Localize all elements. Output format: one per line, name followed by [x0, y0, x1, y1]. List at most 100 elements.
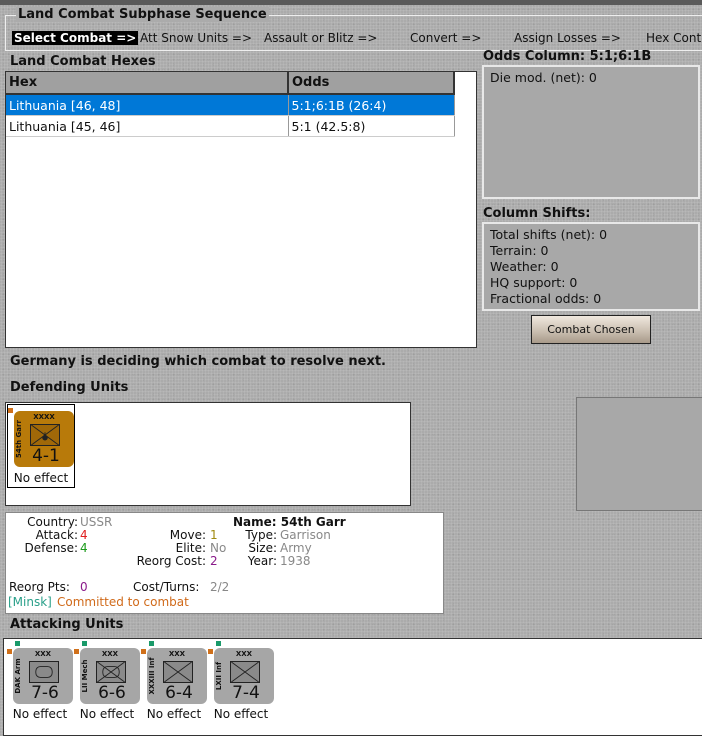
status-dot: [216, 641, 221, 646]
cost-turns-label: Cost/Turns:: [133, 580, 200, 594]
unit-counter: XXX XXXIII Inf 6-4: [147, 648, 207, 704]
unit-size: XXX: [235, 650, 253, 658]
shift-fractional: Fractional odds: 0: [490, 291, 602, 306]
col-hex[interactable]: Hex: [6, 72, 289, 95]
garrison-icon: [30, 424, 60, 446]
unit-counter: XXX DAK Arm 7-6: [13, 648, 73, 704]
unit-strength: 7-4: [232, 683, 260, 703]
reorg-pts-value: 0: [80, 580, 88, 594]
die-mod: Die mod. (net): 0: [490, 70, 597, 85]
status-dot: [208, 649, 213, 654]
year-value: 1938: [280, 554, 311, 568]
attack-label: Attack:: [35, 528, 78, 542]
status-dot: [8, 408, 13, 413]
unit-size: XXX: [34, 650, 52, 658]
elite-label: Elite:: [175, 541, 206, 555]
unit-size: XXXX: [33, 413, 55, 421]
step-assault: Assault or Blitz =>: [264, 31, 378, 45]
status-dot: [74, 649, 79, 654]
year-label: Year:: [247, 554, 277, 568]
shift-weather: Weather: 0: [490, 259, 559, 274]
status-dot: [149, 641, 154, 646]
step-assign-losses: Assign Losses =>: [514, 31, 621, 45]
col-odds[interactable]: Odds: [288, 72, 455, 95]
reorg-pts-label: Reorg Pts:: [9, 580, 70, 594]
location: [Minsk]: [8, 595, 52, 609]
attacking-panel: XXX DAK Arm 7-6 No effect XXX LII Mech 6…: [3, 638, 702, 736]
sequence-title: Land Combat Subphase Sequence: [16, 7, 269, 22]
unit-result: No effect: [12, 707, 68, 721]
defending-title: Defending Units: [10, 380, 129, 395]
move-label: Move:: [169, 528, 206, 542]
cell-hex: Lithuania [46, 48]: [6, 94, 289, 116]
size-label: Size:: [248, 541, 277, 555]
unit-strength: 6-6: [98, 683, 126, 703]
shift-hq: HQ support: 0: [490, 275, 578, 290]
defense-value: 4: [80, 541, 88, 555]
attacker-unit[interactable]: XXX DAK Arm 7-6 No effect: [7, 639, 73, 729]
reorg-cost-value: 2: [210, 554, 218, 568]
combat-chosen-button[interactable]: Combat Chosen: [531, 315, 651, 344]
unit-preview-box: [576, 397, 702, 511]
mech-unit-icon: [96, 661, 126, 683]
unit-size: XXX: [101, 650, 119, 658]
attacker-unit[interactable]: XXX LII Mech 6-6 No effect: [74, 639, 140, 729]
reorg-cost-label: Reorg Cost:: [136, 554, 206, 568]
column-shifts-box: Total shifts (net): 0 Terrain: 0 Weather…: [482, 222, 700, 311]
step-hex-control: Hex Cont: [646, 31, 702, 45]
unit-info-panel: Country: USSR Attack: 4 Defense: 4 Move: 1 E…: [5, 512, 444, 614]
country-value: USSR: [80, 515, 113, 529]
column-shifts-title: Column Shifts:: [483, 206, 591, 221]
country-label: Country:: [27, 515, 78, 529]
unit-result: No effect: [213, 707, 269, 721]
hexes-table: Hex Odds Lithuania [46, 48] 5:1;6:1B (26:4…: [6, 72, 455, 137]
cell-odds: 5:1;6:1B (26:4): [288, 94, 455, 116]
step-convert: Convert =>: [410, 31, 482, 45]
table-row[interactable]: Lithuania [45, 46] 5:1 (42.5:8): [6, 115, 455, 137]
hexes-table-panel: Hex Odds Lithuania [46, 48] 5:1;6:1B (26:4…: [5, 71, 477, 348]
cost-turns-value: 2/2: [210, 580, 230, 594]
step-att-snow: Att Snow Units =>: [140, 31, 253, 45]
unit-state: Committed to combat: [57, 595, 189, 609]
defense-label: Defense:: [24, 541, 78, 555]
attacker-unit[interactable]: XXX LXII Inf 7-4 No effect: [208, 639, 274, 729]
shift-total: Total shifts (net): 0: [490, 227, 608, 242]
unit-result: No effect: [13, 471, 69, 485]
inf-unit-icon: [230, 661, 260, 683]
unit-counter: XXX LXII Inf 7-4: [214, 648, 274, 704]
type-value: Garrison: [280, 528, 331, 542]
attacker-unit[interactable]: XXX XXXIII Inf 6-4 No effect: [141, 639, 207, 729]
status-dot: [15, 641, 20, 646]
defending-panel: XXXX 54th Garr 4-1 No effect: [5, 402, 411, 506]
top-bar: [0, 0, 702, 5]
elite-value: No: [210, 541, 227, 555]
unit-strength: 4-1: [32, 446, 60, 466]
status-dot: [7, 649, 12, 654]
odds-box: Die mod. (net): 0: [482, 65, 700, 199]
unit-result: No effect: [79, 707, 135, 721]
shift-terrain: Terrain: 0: [490, 243, 549, 258]
status-dot: [141, 649, 146, 654]
attack-value: 4: [80, 528, 88, 542]
odds-column-title: Odds Column: 5:1;6:1B: [483, 49, 652, 64]
unit-name: Name: 54th Garr: [233, 515, 346, 529]
status-dot: [82, 641, 87, 646]
cell-odds: 5:1 (42.5:8): [288, 115, 455, 137]
status-message: Germany is deciding which combat to reso…: [10, 354, 386, 369]
inf-unit-icon: [163, 661, 193, 683]
table-row[interactable]: Lithuania [46, 48] 5:1;6:1B (26:4): [6, 94, 455, 116]
hexes-title: Land Combat Hexes: [10, 54, 156, 69]
armor-unit-icon: [29, 661, 59, 683]
step-select-combat: Select Combat =>: [12, 31, 139, 45]
move-value: 1: [210, 528, 218, 542]
size-value: Army: [280, 541, 312, 555]
unit-counter: XXXX 54th Garr 4-1: [14, 411, 74, 467]
cell-hex: Lithuania [45, 46]: [6, 115, 289, 137]
defender-unit[interactable]: XXXX 54th Garr 4-1 No effect: [7, 404, 75, 488]
unit-strength: 7-6: [31, 683, 59, 703]
attacking-title: Attacking Units: [10, 617, 124, 632]
unit-strength: 6-4: [165, 683, 193, 703]
type-label: Type:: [245, 528, 277, 542]
unit-result: No effect: [146, 707, 202, 721]
unit-size: XXX: [168, 650, 186, 658]
